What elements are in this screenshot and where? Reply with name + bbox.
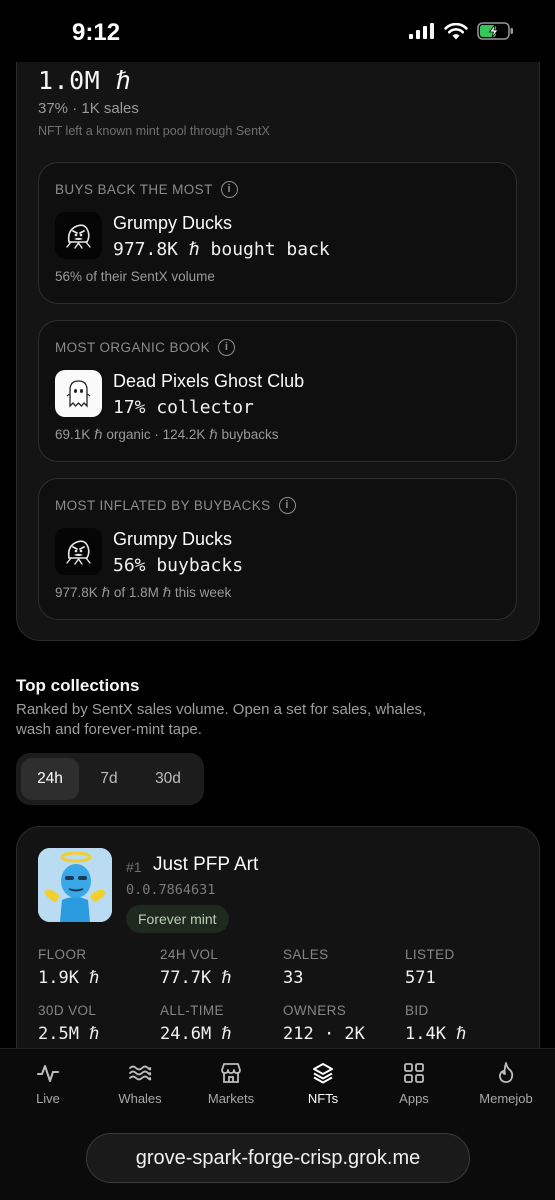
metric-label: 24H VOL <box>160 947 219 962</box>
metric-label: FLOOR <box>38 947 87 962</box>
insight-stat: 17% collector <box>113 397 254 418</box>
collection-token-id: 0.0.7864631 <box>126 882 216 898</box>
metric-value: 212 · 2K <box>283 1024 365 1044</box>
metric-label: 30D VOL <box>38 1003 97 1018</box>
status-time: 9:12 <box>72 19 121 46</box>
status-bar: 9:12 <box>0 0 555 62</box>
section-title: Top collections <box>16 676 140 695</box>
nav-label: Apps <box>399 1091 429 1106</box>
tab-7d[interactable]: 7d <box>82 758 136 800</box>
left-mint-sales: 37% · 1K sales <box>38 100 139 117</box>
insight-label: MOST ORGANIC BOOK i <box>55 339 236 356</box>
section-description: Ranked by SentX sales volume. Open a set… <box>16 701 427 738</box>
metric-value: 33 <box>283 968 304 988</box>
insight-foot: 977.8K ℏ of 1.8M ℏ this week <box>55 585 232 600</box>
info-icon[interactable]: i <box>278 497 296 514</box>
nav-label: NFTs <box>307 1091 339 1106</box>
waves-icon <box>129 1065 152 1081</box>
info-icon[interactable]: i <box>218 339 236 356</box>
metric-label: LISTED <box>405 947 455 962</box>
metric-sales: SALES 33 <box>283 947 329 988</box>
nav-item-markets[interactable]: Markets <box>185 1061 277 1106</box>
metric-value: 571 <box>405 968 436 988</box>
metric-owners: OWNERS 212 · 2K <box>283 1003 365 1044</box>
nav-label: Markets <box>207 1091 255 1106</box>
insight-label-text: MOST ORGANIC BOOK <box>55 340 211 355</box>
bottom-nav: Live Whales Markets NFTs Apps Memejob gr… <box>0 1048 555 1200</box>
nav-item-apps[interactable]: Apps <box>368 1061 460 1106</box>
collection-avatar <box>38 848 112 922</box>
left-mint-value: 1.0M ℏ <box>38 66 132 95</box>
nav-label: Live <box>36 1091 60 1106</box>
tab-24h[interactable]: 24h <box>21 758 79 800</box>
metric-value: 77.7K ℏ <box>160 968 232 988</box>
pulse-icon <box>37 1065 59 1082</box>
insight-card-organic[interactable]: MOST ORGANIC BOOK i Dead Pixels Ghost Cl… <box>38 320 517 462</box>
nav-label: Memejob <box>479 1091 533 1106</box>
insight-stat: 977.8K ℏ bought back <box>113 239 330 260</box>
collection-rank: #1 <box>126 859 142 875</box>
metric-label: OWNERS <box>283 1003 347 1018</box>
collection-name: Grumpy Ducks <box>113 529 233 549</box>
ghost-icon <box>55 370 102 417</box>
metric-value: 24.6M ℏ <box>160 1024 232 1044</box>
nav-item-nfts[interactable]: NFTs <box>277 1061 369 1106</box>
store-icon <box>221 1063 241 1083</box>
forever-mint-badge: Forever mint <box>126 905 229 933</box>
metric-value: 1.4K ℏ <box>405 1024 467 1044</box>
metric-label: ALL-TIME <box>160 1003 224 1018</box>
collection-name: Grumpy Ducks <box>113 213 233 233</box>
insight-label-text: MOST INFLATED BY BUYBACKS <box>55 498 271 513</box>
nav-item-memejob[interactable]: Memejob <box>460 1061 552 1106</box>
collection-name: Dead Pixels Ghost Club <box>113 371 305 391</box>
nav-item-whales[interactable]: Whales <box>94 1061 186 1106</box>
insight-label: MOST INFLATED BY BUYBACKS i <box>55 497 296 514</box>
metric-30d-vol: 30D VOL 2.5M ℏ <box>38 1003 99 1044</box>
metric-floor: FLOOR 1.9K ℏ <box>38 947 99 988</box>
metric-all-time: ALL-TIME 24.6M ℏ <box>160 1003 232 1044</box>
grumpy-duck-icon <box>55 528 102 575</box>
metric-label: SALES <box>283 947 329 962</box>
left-mint-caption: NFT left a known mint pool through SentX <box>38 124 270 138</box>
metric-value: 1.9K ℏ <box>38 968 100 988</box>
metric-label: BID <box>405 1003 429 1018</box>
nav-item-live[interactable]: Live <box>2 1061 94 1106</box>
wifi-icon <box>444 22 468 39</box>
collection-title: Just PFP Art <box>153 854 259 875</box>
grid-icon <box>404 1063 424 1083</box>
insight-foot: 56% of their SentX volume <box>55 269 215 284</box>
insight-card-buys-back[interactable]: BUYS BACK THE MOST i Grumpy Ducks 977.8K… <box>38 162 517 304</box>
status-icons <box>409 22 515 40</box>
insight-card-inflated[interactable]: MOST INFLATED BY BUYBACKS i Grumpy Ducks… <box>38 478 517 620</box>
metric-24h-vol: 24H VOL 77.7K ℏ <box>160 947 232 988</box>
insight-stat: 56% buybacks <box>113 555 244 576</box>
insight-foot: 69.1K ℏ organic · 124.2K ℏ buybacks <box>55 427 279 442</box>
nav-label: Whales <box>118 1091 162 1106</box>
insight-label-text: BUYS BACK THE MOST <box>55 182 213 197</box>
metric-listed: LISTED 571 <box>405 947 455 988</box>
flame-icon <box>499 1062 514 1083</box>
grumpy-duck-icon <box>55 212 102 259</box>
browser-url-bar[interactable]: grove-spark-forge-crisp.grok.me <box>86 1133 470 1183</box>
battery-charging-icon <box>477 22 513 40</box>
metric-value: 2.5M ℏ <box>38 1024 100 1044</box>
timeframe-selector: 24h 7d 30d <box>16 753 204 805</box>
metric-bid: BID 1.4K ℏ <box>405 1003 466 1044</box>
tab-30d[interactable]: 30d <box>139 758 197 800</box>
layers-icon <box>313 1063 333 1084</box>
insight-label: BUYS BACK THE MOST i <box>55 181 238 198</box>
info-icon[interactable]: i <box>220 181 238 198</box>
cellular-signal-icon <box>409 23 434 39</box>
